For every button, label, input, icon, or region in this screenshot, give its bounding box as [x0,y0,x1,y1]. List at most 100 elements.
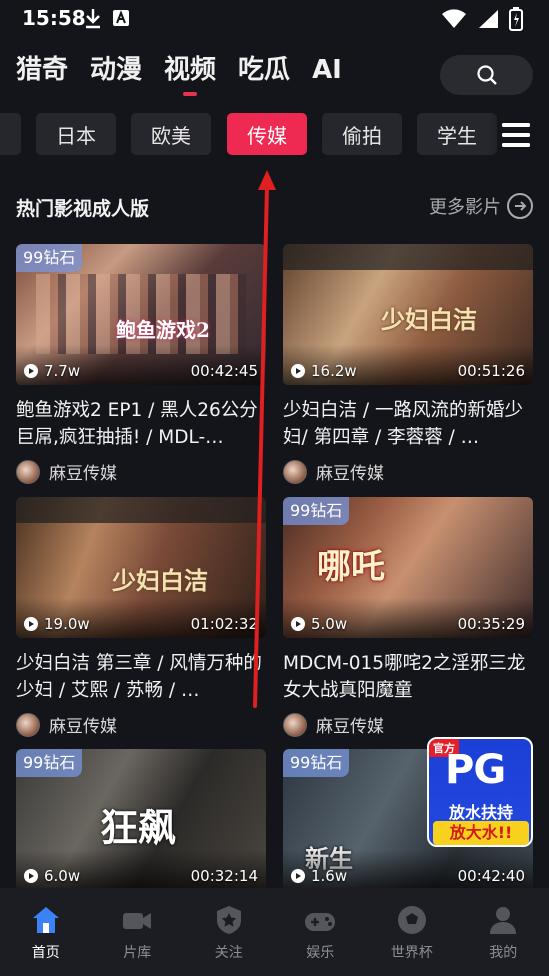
diamond-badge: 99钻石 [16,244,83,272]
nav-library[interactable]: 片库 [92,888,184,976]
status-time: 15:58 [22,6,86,30]
video-card[interactable]: 少妇白洁 16.2w 00:51:26 少妇白洁 / 一路风流的新婚少妇/ 第四… [283,244,533,484]
nav-label: 片库 [123,945,152,961]
author-name: 麻豆传媒 [49,717,117,737]
video-thumbnail[interactable]: 狂飙 99钻石 6.0w 00:32:14 [16,749,266,890]
video-card[interactable]: 哪吒 99钻石 5.0w 00:35:29 MDCM-015哪咤2之淫邪三龙女大… [283,497,533,737]
thumbnail-title: 哪吒 [317,547,385,587]
chip-hidden[interactable]: … [0,113,21,155]
nav-label: 关注 [214,945,243,961]
tab-lieqi[interactable]: 猎奇 [16,50,68,90]
nav-home[interactable]: 首页 [0,888,92,976]
video-thumbnail[interactable]: 少妇白洁 19.0w 01:02:32 [16,497,266,638]
view-count: 7.7w [44,362,81,380]
nav-follow[interactable]: 关注 [183,888,275,976]
play-icon [291,617,305,631]
video-thumbnail[interactable]: 哪吒 99钻石 5.0w 00:35:29 [283,497,533,638]
diamond-badge: 99钻石 [16,749,83,777]
more-movies-link[interactable]: 更多影片 [429,193,533,219]
nav-worldcup[interactable]: 世界杯 [366,888,458,976]
author-name: 麻豆传媒 [49,464,117,484]
video-title[interactable]: 少妇白洁 / 一路风流的新婚少妇/ 第四章 / 李蓉蓉 / … [283,397,533,451]
thumbnail-title: 鲍鱼游戏2 [116,318,210,342]
text-a-icon [113,10,129,26]
view-count: 5.0w [311,615,348,633]
play-icon [291,364,305,378]
ad-line1: 放水扶持 [448,803,513,822]
ad-brand: PG [445,747,506,793]
download-icon [86,9,100,29]
diamond-badge: 99钻石 [283,497,350,525]
avatar [283,459,307,484]
video-title[interactable]: 少妇白洁 第三章 / 风情万种的少妇 / 艾熙 / 苏畅 / … [16,650,266,704]
nav-label: 世界杯 [390,945,433,961]
ad-line2: 放大水!! [433,821,529,845]
menu-icon[interactable] [502,122,530,148]
chip-media[interactable]: 传媒 [227,113,307,155]
duration: 00:35:29 [457,615,525,633]
duration: 00:42:45 [190,362,258,380]
nav-label: 娱乐 [306,945,335,961]
duration: 00:51:26 [457,362,525,380]
tab-dongman[interactable]: 动漫 [90,50,142,90]
wifi-icon [442,9,466,28]
pg-ad-banner[interactable]: 官方 PG 放水扶持 放大水!! [427,737,533,847]
duration: 00:32:14 [190,867,258,885]
avatar [283,712,307,737]
thumbnail-title: 少妇白洁 [112,566,208,595]
avatar [16,459,40,484]
tab-chigua[interactable]: 吃瓜 [238,50,290,90]
home-icon [32,907,59,933]
signal-icon [479,10,498,28]
tab-ai[interactable]: AI [312,50,342,90]
play-icon [24,869,38,883]
more-movies-label: 更多影片 [429,197,501,218]
chip-student[interactable]: 学生 [417,113,497,155]
gamepad-icon [305,913,336,931]
nav-entertainment[interactable]: 娱乐 [275,888,367,976]
video-card[interactable]: 狂飙 99钻石 6.0w 00:32:14 [16,749,266,890]
author-name: 麻豆传媒 [316,464,384,484]
duration: 01:02:32 [190,615,258,633]
video-title[interactable]: 鲍鱼游戏2 EP1 / 黑人26公分巨屌,疯狂抽插! / MDL-… [16,397,266,451]
view-count: 1.6w [311,867,348,885]
play-icon [291,869,305,883]
video-thumbnail[interactable]: 少妇白洁 16.2w 00:51:26 [283,244,533,385]
nav-label: 我的 [489,945,518,961]
video-card[interactable]: 少妇白洁 19.0w 01:02:32 少妇白洁 第三章 / 风情万种的少妇 /… [16,497,266,737]
tab-shipin[interactable]: 视频 [164,50,216,90]
thumbnail-title: 狂飙 [100,805,177,850]
chip-candid[interactable]: 偷拍 [322,113,402,155]
diamond-badge: 99钻石 [283,749,350,777]
video-thumbnail[interactable]: 鲍鱼游戏2 99钻石 7.7w 00:42:45 [16,244,266,385]
status-bar: 15:58 [0,0,549,36]
chip-western[interactable]: 欧美 [131,113,211,155]
user-icon [490,907,517,934]
search-icon [476,65,497,85]
video-card[interactable]: 鲍鱼游戏2 99钻石 7.7w 00:42:45 鲍鱼游戏2 EP1 / 黑人2… [16,244,266,484]
top-nav: 猎奇 动漫 视频 吃瓜 AI [16,50,342,102]
author-name: 麻豆传媒 [316,717,384,737]
section-title: 热门影视成人版 [16,198,150,220]
view-count: 19.0w [44,615,90,633]
thumbnail-title: 少妇白洁 [381,305,477,334]
nav-label: 首页 [31,945,60,961]
video-camera-icon [123,913,152,929]
duration: 00:42:40 [457,867,525,885]
video-title[interactable]: MDCM-015哪咤2之淫邪三龙女大战真阳魔童 [283,650,533,704]
nav-profile[interactable]: 我的 [458,888,549,976]
video-card[interactable]: 新生 99钻石 1.6w 00:42:40 官方 PG 放水扶持 放大水!! [283,737,533,890]
play-icon [24,364,38,378]
category-bar: … 日本 欧美 传媒 偷拍 学生 [0,113,549,157]
avatar [16,712,40,737]
play-icon [24,617,38,631]
view-count: 16.2w [311,362,357,380]
arrow-right-icon [507,193,533,219]
chip-japan[interactable]: 日本 [36,113,116,155]
view-count: 6.0w [44,867,81,885]
battery-icon [509,7,523,31]
search-button[interactable] [440,55,533,95]
bottom-nav: 首页 片库 关注 娱乐 世界杯 我的 [0,888,549,976]
soccer-ball-icon [397,906,426,934]
star-shield-icon [216,906,241,934]
